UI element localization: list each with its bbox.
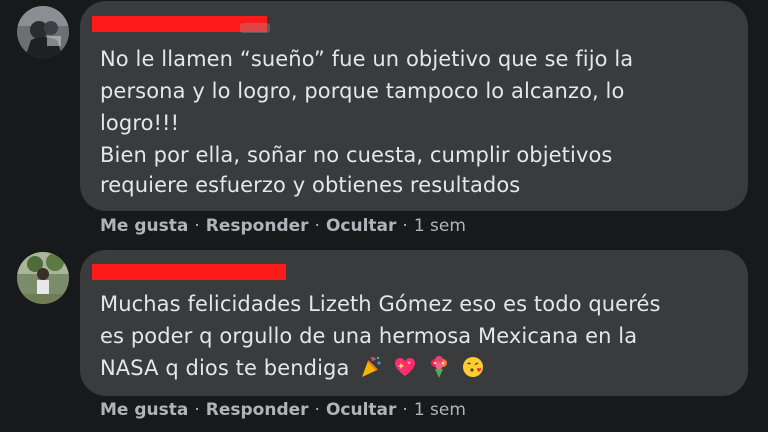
- comment-text-line: es poder q orgullo de una hermosa Mexica…: [100, 324, 638, 348]
- timestamp[interactable]: 1 sem: [414, 216, 466, 236]
- separator-dot: ·: [194, 400, 200, 420]
- separator-dot: ·: [402, 216, 408, 236]
- comment-text-line: persona y lo logro, porque tampoco lo al…: [100, 79, 625, 103]
- party-popper-icon: [359, 355, 383, 388]
- author-name-remnant: [240, 23, 270, 33]
- comment-bubble: No le llamen “sueño” fue un objetivo que…: [80, 1, 748, 211]
- comment-actions: Me gusta · Responder · Ocultar · 1 sem: [100, 399, 466, 421]
- author-name-redacted[interactable]: [92, 264, 286, 280]
- reply-button[interactable]: Responder: [206, 400, 309, 420]
- comment-text-line: Bien por ella, soñar no cuesta, cumplir …: [100, 143, 613, 167]
- profile-photo-icon: [17, 252, 69, 304]
- comment-bubble: Muchas felicidades Lizeth Gómez eso es t…: [80, 250, 748, 396]
- separator-dot: ·: [194, 216, 200, 236]
- avatar[interactable]: [17, 252, 69, 304]
- comment-text-line: requiere esfuerzo y obtienes resultados: [100, 173, 521, 197]
- hide-button[interactable]: Ocultar: [326, 400, 396, 420]
- like-button[interactable]: Me gusta: [100, 216, 188, 236]
- face-blowing-kiss-icon: [461, 355, 485, 388]
- reply-button[interactable]: Responder: [206, 216, 309, 236]
- separator-dot: ·: [314, 216, 320, 236]
- comment-text-line: logro!!!: [100, 111, 180, 135]
- timestamp[interactable]: 1 sem: [414, 400, 466, 420]
- like-button[interactable]: Me gusta: [100, 400, 188, 420]
- comment-last-line: NASA q dios te bendiga: [100, 352, 485, 388]
- sparkling-heart-icon: [393, 355, 417, 388]
- comment-text-line: No le llamen “sueño” fue un objetivo que…: [100, 47, 634, 71]
- separator-dot: ·: [314, 400, 320, 420]
- avatar[interactable]: [17, 6, 69, 58]
- profile-photo-icon: [17, 6, 69, 58]
- separator-dot: ·: [402, 400, 408, 420]
- comment-actions: Me gusta · Responder · Ocultar · 1 sem: [100, 215, 466, 237]
- comment-text-line: Muchas felicidades Lizeth Gómez eso es t…: [100, 292, 661, 316]
- bouquet-icon: [427, 355, 451, 388]
- comment-text-line: NASA q dios te bendiga: [100, 356, 350, 380]
- hide-button[interactable]: Ocultar: [326, 216, 396, 236]
